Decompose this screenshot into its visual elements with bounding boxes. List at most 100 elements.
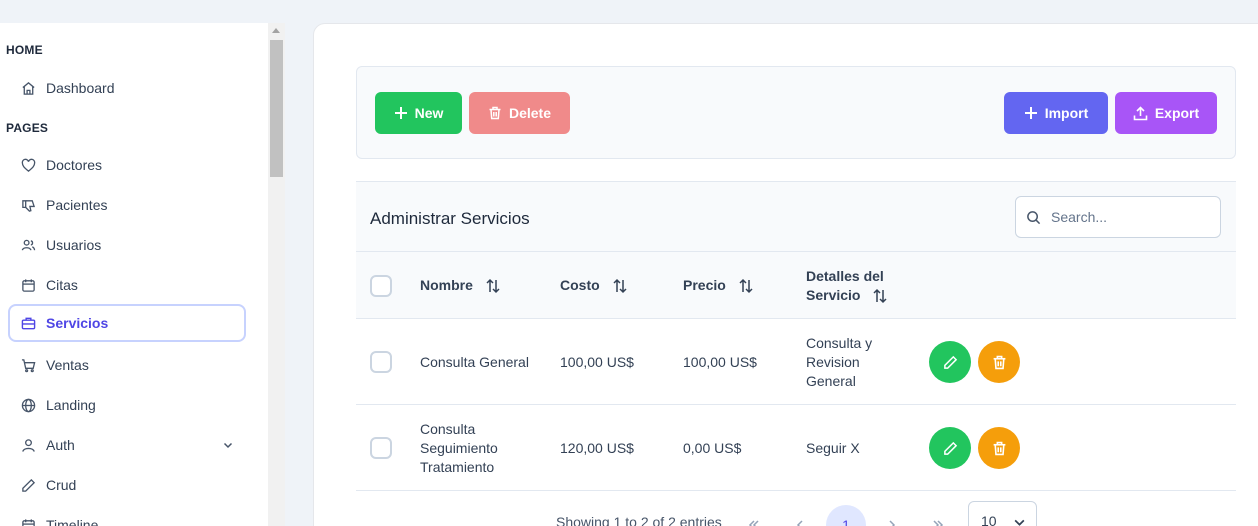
- cell-nombre: Consulta General: [420, 354, 529, 370]
- cell-nombre: Consulta Seguimiento Tratamiento: [420, 420, 498, 477]
- row-checkbox[interactable]: [370, 351, 392, 373]
- next-page-button[interactable]: [872, 505, 912, 526]
- trash-icon: [993, 441, 1005, 455]
- sidebar-item-ventas[interactable]: Ventas: [8, 346, 246, 384]
- scrollbar-thumb[interactable]: [270, 40, 283, 177]
- sidebar-item-doctores[interactable]: Doctores: [8, 146, 246, 184]
- sidebar-item-label: Usuarios: [46, 237, 102, 253]
- sort-icon[interactable]: [738, 278, 754, 294]
- sidebar-item-label: Ventas: [46, 357, 89, 373]
- sidebar-item-dashboard[interactable]: Dashboard: [8, 69, 246, 107]
- sort-icon[interactable]: [612, 278, 628, 294]
- table-row[interactable]: Consulta General 100,00 US$ 100,00 US$ C…: [356, 319, 1236, 405]
- cell-precio: 100,00 US$: [683, 354, 757, 370]
- sidebar-item-usuarios[interactable]: Usuarios: [8, 226, 246, 264]
- delete-button[interactable]: Delete: [469, 92, 570, 134]
- import-button[interactable]: Import: [1004, 92, 1108, 134]
- calendar-icon: [20, 517, 36, 526]
- home-icon: [20, 80, 36, 96]
- heart-icon: [20, 157, 36, 173]
- column-detalles-label-line2: Servicio: [806, 287, 861, 303]
- cart-icon: [20, 357, 36, 373]
- sidebar-item-label: Auth: [46, 437, 75, 453]
- sidebar-item-citas[interactable]: Citas: [8, 266, 246, 304]
- main-card: New Delete Import Export Administrar Ser…: [313, 23, 1258, 526]
- pencil-icon: [943, 355, 957, 369]
- sidebar: HOME Dashboard PAGES Doctores Pacientes …: [0, 23, 268, 526]
- sidebar-scrollbar[interactable]: [268, 23, 285, 526]
- select-all-checkbox[interactable]: [370, 275, 392, 297]
- cell-detalles-line: Revision: [806, 354, 860, 370]
- column-costo-label: Costo: [560, 277, 600, 293]
- sidebar-item-timeline[interactable]: Timeline: [8, 506, 246, 526]
- sidebar-item-label: Citas: [46, 277, 78, 293]
- sidebar-item-label: Dashboard: [46, 80, 115, 96]
- cell-costo: 120,00 US$: [560, 440, 634, 456]
- upload-icon: [1133, 105, 1148, 120]
- sidebar-item-crud[interactable]: Crud: [8, 466, 246, 504]
- cell-nombre-line: Consulta: [420, 421, 476, 437]
- section-title-home: HOME: [6, 43, 43, 57]
- sidebar-item-auth[interactable]: Auth: [8, 426, 246, 464]
- export-button-label: Export: [1154, 105, 1200, 121]
- row-checkbox[interactable]: [370, 437, 392, 459]
- chevrons-right-icon: [933, 520, 944, 526]
- chevron-right-icon: [889, 520, 896, 526]
- export-button[interactable]: Export: [1115, 92, 1217, 134]
- search-input[interactable]: Search...: [1015, 196, 1221, 238]
- globe-icon: [20, 397, 36, 413]
- briefcase-icon: [20, 315, 36, 331]
- edit-button[interactable]: [929, 341, 971, 383]
- sort-icon[interactable]: [485, 278, 501, 294]
- import-button-label: Import: [1044, 105, 1089, 121]
- sidebar-item-servicios[interactable]: Servicios: [8, 304, 246, 342]
- pencil-icon: [943, 441, 957, 455]
- cell-detalles: Seguir X: [806, 440, 860, 456]
- pencil-icon: [20, 477, 36, 493]
- search-icon: [1027, 210, 1041, 224]
- column-costo[interactable]: Costo: [560, 276, 628, 295]
- cell-precio: 0,00 US$: [683, 440, 742, 456]
- services-table: Administrar Servicios Search... Nombre C…: [356, 181, 1236, 526]
- column-nombre[interactable]: Nombre: [420, 276, 501, 295]
- rows-per-page-value: 10: [981, 513, 997, 526]
- sidebar-item-label: Pacientes: [46, 197, 108, 213]
- rows-per-page-select[interactable]: 10: [968, 501, 1037, 526]
- new-button-label: New: [414, 105, 444, 121]
- users-icon: [20, 237, 36, 253]
- toolbar: New Delete Import Export: [356, 66, 1236, 159]
- page-1-button[interactable]: 1: [826, 505, 866, 526]
- column-detalles[interactable]: Detalles del Servicio: [806, 267, 888, 305]
- chevron-down-icon: [1013, 516, 1026, 526]
- delete-button-label: Delete: [508, 105, 552, 121]
- sidebar-item-label: Landing: [46, 397, 96, 413]
- column-nombre-label: Nombre: [420, 277, 473, 293]
- delete-row-button[interactable]: [978, 341, 1020, 383]
- search-placeholder: Search...: [1051, 209, 1108, 225]
- edit-button[interactable]: [929, 427, 971, 469]
- trash-icon: [993, 355, 1005, 369]
- sidebar-item-label: Crud: [46, 477, 77, 493]
- plus-icon: [394, 107, 407, 119]
- scroll-up-arrow-icon[interactable]: [272, 28, 280, 33]
- sidebar-item-pacientes[interactable]: Pacientes: [8, 186, 246, 224]
- column-detalles-label-line1: Detalles del: [806, 268, 884, 284]
- column-precio-label: Precio: [683, 277, 726, 293]
- cell-detalles-line: Consulta y: [806, 335, 873, 351]
- table-title: Administrar Servicios: [370, 209, 530, 228]
- table-row[interactable]: Consulta Seguimiento Tratamiento 120,00 …: [356, 405, 1236, 491]
- section-title-pages: PAGES: [6, 121, 49, 135]
- new-button[interactable]: New: [375, 92, 462, 134]
- prev-page-button[interactable]: [780, 505, 820, 526]
- sort-icon[interactable]: [872, 288, 888, 304]
- column-precio[interactable]: Precio: [683, 276, 754, 295]
- delete-row-button[interactable]: [978, 427, 1020, 469]
- plus-icon: [1024, 107, 1037, 119]
- first-page-button[interactable]: [734, 505, 774, 526]
- chevron-down-icon[interactable]: [222, 438, 234, 454]
- last-page-button[interactable]: [918, 505, 958, 526]
- sidebar-item-landing[interactable]: Landing: [8, 386, 246, 424]
- cell-detalles-line: General: [806, 373, 856, 389]
- cell-nombre-line: Tratamiento: [420, 459, 495, 475]
- cell-costo: 100,00 US$: [560, 354, 634, 370]
